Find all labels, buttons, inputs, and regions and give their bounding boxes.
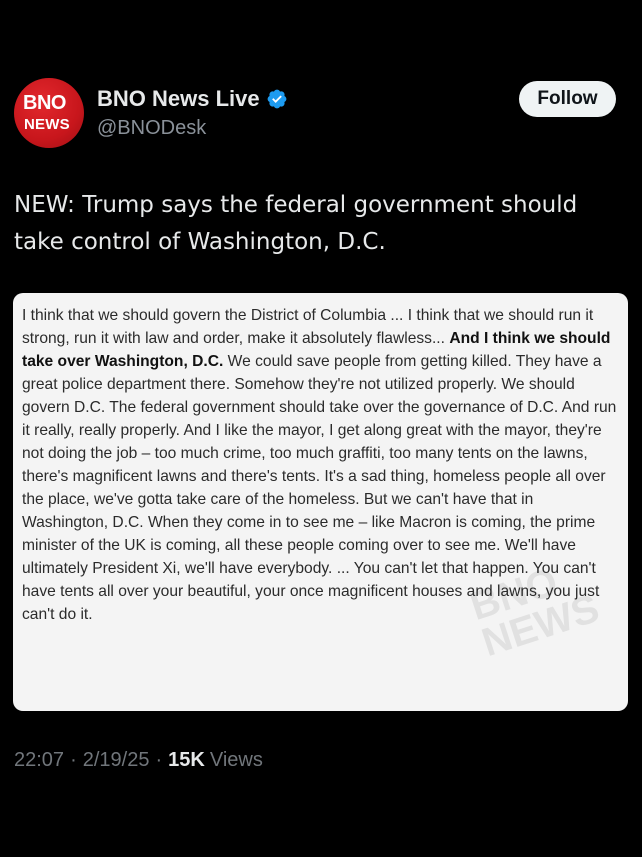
account-handle[interactable]: @BNODesk [97,117,206,140]
follow-button[interactable]: Follow [519,81,616,117]
views-count[interactable]: 15K [168,749,205,772]
tweet-meta: 22:07 · 2/19/25 · 15K Views [14,749,263,772]
avatar[interactable]: BNO NEWS [14,78,84,148]
quote-text-part2: We could save people from getting killed… [22,353,617,623]
meta-separator: · [70,749,77,771]
avatar-logo-top: BNO [23,92,66,114]
tweet-text: NEW: Trump says the federal government s… [14,192,578,255]
author-name-row: BNO News Live [97,86,288,112]
views-label: Views [209,749,263,771]
display-name[interactable]: BNO News Live [97,86,260,112]
tweet-time[interactable]: 22:07 [14,749,64,772]
quote-text: I think that we should govern the Distri… [22,304,622,626]
meta-separator: · [155,749,163,771]
tweet-date[interactable]: 2/19/25 [83,749,150,772]
avatar-logo-bottom: NEWS [24,116,70,133]
verified-badge-icon [267,89,287,109]
quote-image-card[interactable]: BNO NEWS I think that we should govern t… [13,293,628,711]
